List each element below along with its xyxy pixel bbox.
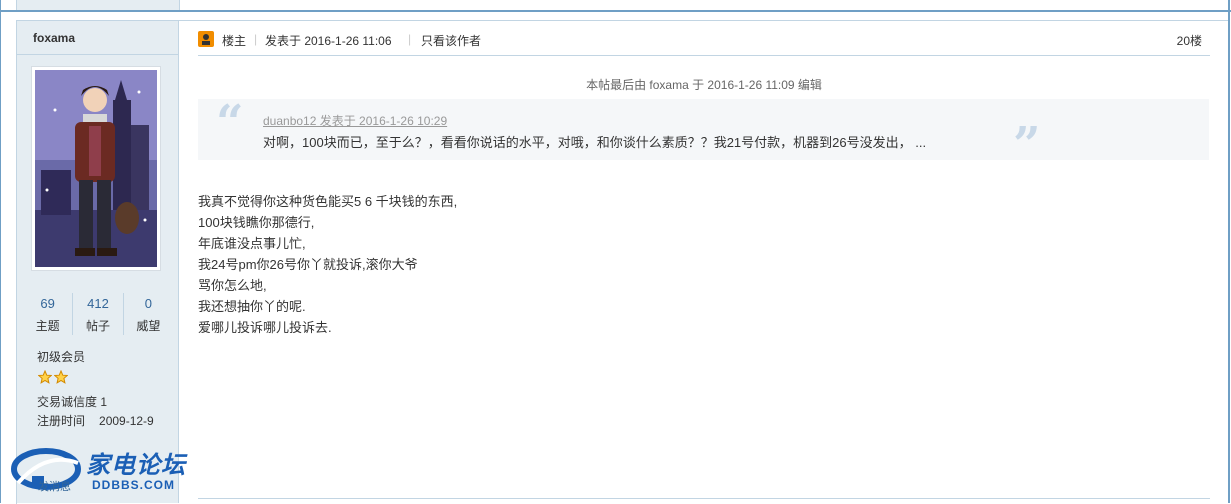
post-content: 楼主 | 发表于 2016-1-26 11:06 | 只看该作者 20楼 本帖最… [198, 21, 1210, 503]
open-quote-icon: “ [216, 95, 244, 151]
forum-post-page: foxama 69 主题 412 帖子 0 威望 初级会员 交易诚信度 1 注册… [0, 0, 1231, 504]
author-name-link[interactable]: foxama [33, 31, 75, 45]
logo-domain-text: DDBBS.COM [92, 478, 175, 492]
header-divider [198, 55, 1210, 56]
only-author-link[interactable]: 只看该作者 [421, 32, 481, 49]
post-divider [0, 10, 1231, 12]
author-sidebar: foxama 69 主题 412 帖子 0 威望 初级会员 交易诚信度 1 注册… [17, 21, 179, 503]
post-line: 我还想抽你丫的呢. [198, 299, 306, 314]
post-footer-divider [198, 498, 1210, 499]
stat-prestige-value: 0 [144, 296, 152, 311]
sidebar-separator [17, 54, 178, 55]
stat-prestige[interactable]: 0 威望 [124, 293, 173, 335]
stat-posts-value: 412 [87, 296, 109, 311]
register-date-value: 2009-12-9 [99, 414, 154, 428]
right-border [1228, 0, 1230, 503]
left-border [0, 0, 1, 503]
post-header: 楼主 | 发表于 2016-1-26 11:06 | 只看该作者 20楼 [198, 29, 1210, 51]
floor-number-link[interactable]: 20楼 [1177, 32, 1202, 49]
stat-prestige-label: 威望 [136, 319, 161, 333]
rank-stars [38, 370, 68, 384]
edit-note: 本帖最后由 foxama 于 2016-1-26 11:09 编辑 [586, 78, 822, 92]
star-icon [54, 370, 68, 384]
stat-threads[interactable]: 69 主题 [23, 293, 74, 335]
thread-owner-label: 楼主 [222, 34, 247, 48]
trade-credit: 交易诚信度 1 [37, 395, 108, 409]
close-quote-icon: ” [1013, 117, 1041, 173]
avatar[interactable] [31, 66, 161, 271]
post-line: 年底谁没点事儿忙, [198, 236, 306, 251]
logo-brand-text: 家电论坛 [86, 452, 186, 479]
send-message-link[interactable]: 发消息 [38, 478, 71, 494]
post-line: 骂你怎么地, [198, 278, 267, 293]
stat-threads-value: 69 [40, 296, 55, 311]
quote-text: 对啊，100块而已，至于么？，看看你说话的水平，对哦，和你谈什么素质？？我21号… [263, 135, 927, 150]
stat-posts-label: 帖子 [85, 319, 110, 333]
thread-owner-icon [198, 31, 214, 47]
register-date-label: 注册时间 [37, 414, 86, 428]
quote-author-link[interactable]: duanbo12 发表于 2016-1-26 10:29 [263, 112, 447, 129]
person-icon [202, 34, 210, 45]
star-icon [38, 370, 52, 384]
post-line: 100块钱瞧你那德行, [198, 215, 315, 230]
author-stats: 69 主题 412 帖子 0 威望 [23, 293, 173, 335]
previous-post-edge [0, 0, 1231, 12]
post-line: 爱哪儿投诉哪儿投诉去. [198, 320, 332, 335]
header-separator: | [254, 32, 258, 46]
stat-posts[interactable]: 412 帖子 [73, 293, 124, 335]
post-time: 发表于 2016-1-26 11:06 [265, 34, 392, 48]
site-logo: 家电论坛 发消息 DDBBS.COM [8, 445, 208, 503]
register-date: 注册时间 2009-12-9 [37, 412, 154, 429]
post-body: 我真不觉得你这种货色能买5 6 千块钱的东西, 100块钱瞧你那德行, 年底谁没… [198, 191, 457, 338]
post-line: 我真不觉得你这种货色能买5 6 千块钱的东西, [198, 194, 458, 209]
header-separator: | [408, 32, 412, 46]
previous-sidebar-edge [16, 0, 180, 10]
quote-block: “ duanbo12 发表于 2016-1-26 10:29 对啊，100块而已… [198, 95, 1209, 173]
user-rank-link[interactable]: 初级会员 [37, 348, 85, 365]
post-line: 我24号pm你26号你丫就投诉,滚你大爷 [198, 257, 418, 272]
avatar-image [35, 70, 157, 267]
stat-threads-label: 主题 [35, 319, 60, 333]
